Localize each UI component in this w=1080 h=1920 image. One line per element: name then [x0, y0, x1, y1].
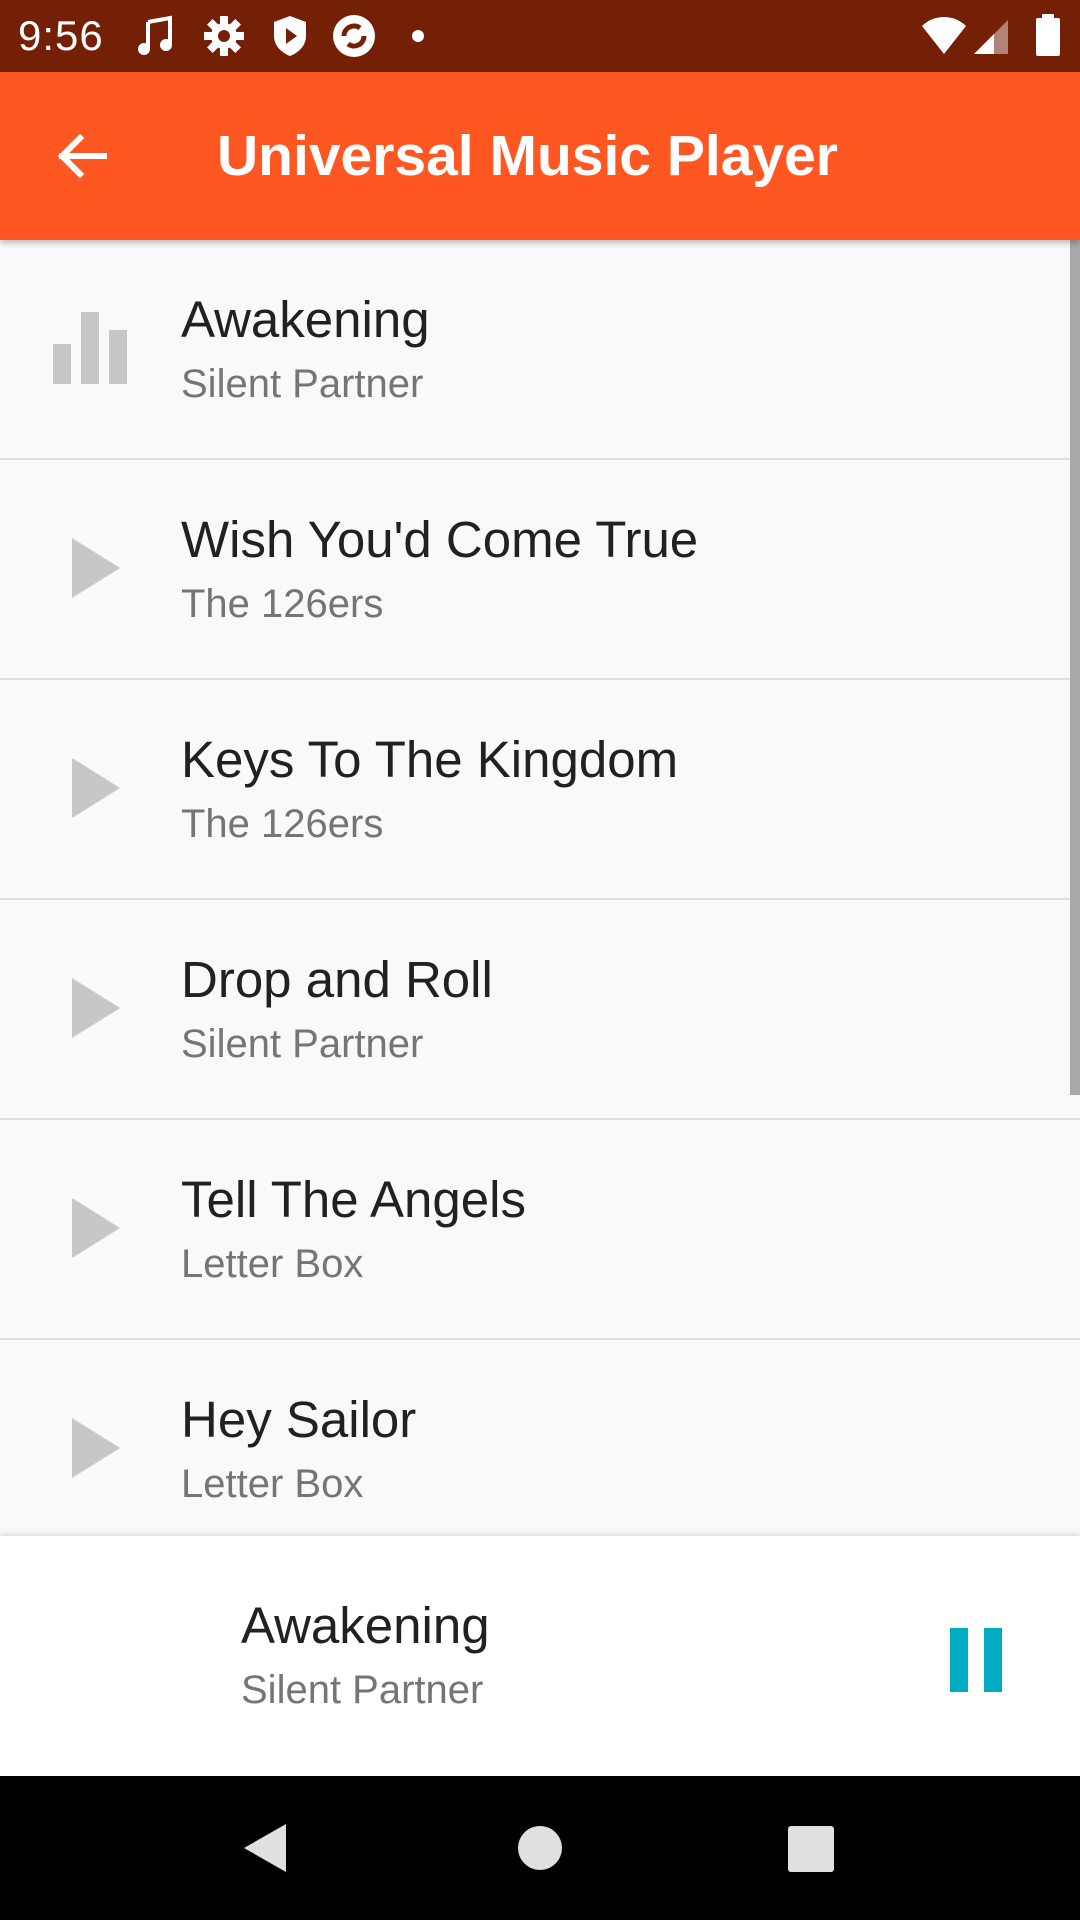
home-circle-icon: [518, 1826, 562, 1870]
track-title: Keys To The Kingdom: [181, 731, 679, 788]
play-icon[interactable]: [40, 520, 140, 620]
track-artist: The 126ers: [181, 582, 384, 626]
list-item[interactable]: Tell The Angels Letter Box: [0, 1120, 1080, 1340]
page-title: Universal Music Player: [217, 124, 838, 188]
arrow-back-icon: [57, 133, 107, 179]
track-title: Drop and Roll: [181, 951, 493, 1008]
play-icon[interactable]: [40, 740, 140, 840]
battery-icon: [1024, 12, 1072, 60]
navigation-bar: [0, 1776, 1080, 1920]
nav-home-button[interactable]: [504, 1812, 576, 1884]
screen: 9:56 Universal Music Player Awakening Si…: [0, 0, 1080, 1920]
pause-icon: [950, 1628, 1002, 1692]
status-bar: 9:56: [0, 0, 1080, 72]
list-item[interactable]: Hey Sailor Letter Box: [0, 1340, 1080, 1536]
recents-square-icon: [788, 1826, 834, 1872]
gear-icon: [200, 12, 248, 60]
list-item[interactable]: Drop and Roll Silent Partner: [0, 900, 1080, 1120]
track-title: Awakening: [181, 291, 430, 348]
signal-icon: [970, 12, 1018, 60]
status-system-icons: [920, 12, 1080, 60]
back-triangle-icon: [244, 1824, 286, 1872]
track-artist: The 126ers: [181, 802, 384, 846]
music-note-icon: [134, 12, 182, 60]
wifi-icon: [920, 12, 968, 60]
play-icon[interactable]: [40, 1180, 140, 1280]
track-list[interactable]: Awakening Silent Partner Wish You'd Come…: [0, 240, 1080, 1536]
shield-icon: [266, 12, 314, 60]
track-title: Tell The Angels: [181, 1171, 526, 1228]
pause-button[interactable]: [930, 1614, 1026, 1710]
list-item[interactable]: Wish You'd Come True The 126ers: [0, 460, 1080, 680]
track-title: Wish You'd Come True: [181, 511, 699, 568]
track-artist: Silent Partner: [181, 1022, 424, 1066]
nav-back-button[interactable]: [230, 1812, 302, 1884]
track-artist: Letter Box: [181, 1462, 364, 1506]
list-item[interactable]: Keys To The Kingdom The 126ers: [0, 680, 1080, 900]
dot-icon: [398, 12, 446, 60]
track-title: Hey Sailor: [181, 1391, 417, 1448]
track-artist: Silent Partner: [181, 362, 424, 406]
track-artist: Letter Box: [181, 1242, 364, 1286]
scrollbar[interactable]: [1070, 240, 1080, 1095]
back-button[interactable]: [34, 108, 130, 204]
status-time: 9:56: [18, 12, 104, 59]
list-item[interactable]: Awakening Silent Partner: [0, 240, 1080, 460]
sync-icon: [330, 12, 378, 60]
app-bar: Universal Music Player: [0, 72, 1080, 240]
equalizer-icon: [40, 300, 140, 400]
nav-recents-button[interactable]: [774, 1812, 846, 1884]
now-playing-title: Awakening: [241, 1597, 490, 1654]
play-icon[interactable]: [40, 1400, 140, 1500]
now-playing-bar[interactable]: Awakening Silent Partner: [0, 1536, 1080, 1776]
play-icon[interactable]: [40, 960, 140, 1060]
now-playing-artist: Silent Partner: [241, 1668, 484, 1712]
